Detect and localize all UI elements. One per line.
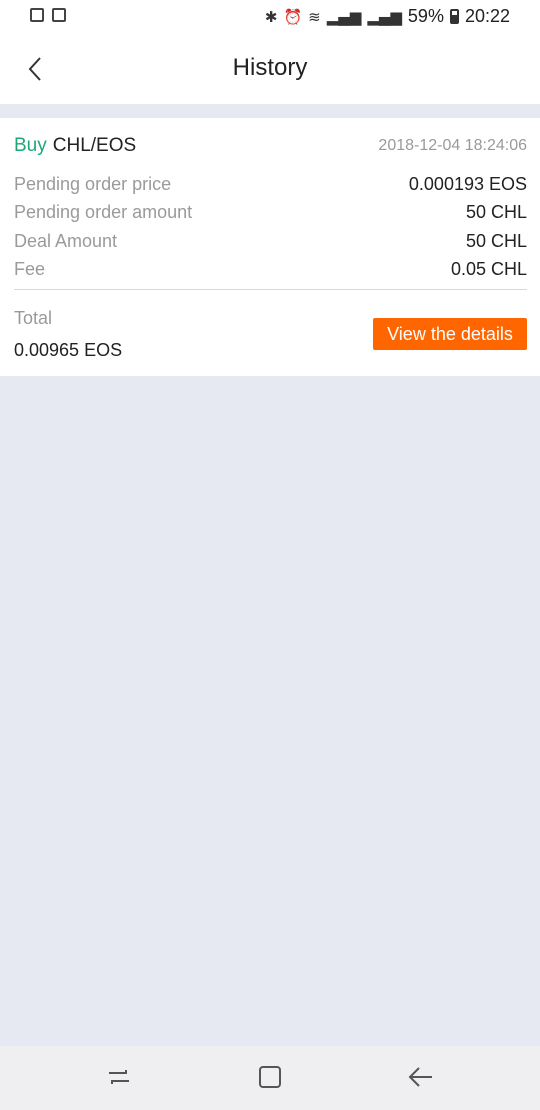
status-left <box>30 8 66 22</box>
signal-icon: ▂▄▆ <box>326 7 362 26</box>
gallery-icon <box>30 8 44 22</box>
system-nav-bar <box>0 1046 540 1110</box>
wifi-icon: ≋ <box>308 7 321 26</box>
back-arrow-icon <box>408 1067 432 1087</box>
row-value: 50 CHL <box>465 231 527 251</box>
status-bar: ✱ ⏰ ≋ ▂▄▆ ▂▄▆ 59% 20:22 <box>0 0 540 34</box>
row-label: Pending order price <box>14 174 172 194</box>
order-card: Buy CHL/EOS 2018-12-04 18:24:06 Pending o… <box>0 118 540 376</box>
checkbox-icon <box>52 8 66 22</box>
status-right: ✱ ⏰ ≋ ▂▄▆ ▂▄▆ 59% 20:22 <box>265 6 510 27</box>
order-row: Fee 0.05 CHL <box>14 259 527 285</box>
home-button[interactable] <box>255 1062 285 1092</box>
order-pair: Buy CHL/EOS <box>14 135 136 157</box>
section-gap <box>0 104 540 118</box>
alarm-icon: ⏰ <box>283 7 303 26</box>
bluetooth-icon: ✱ <box>264 7 278 26</box>
order-row: Pending order price 0.000193 EOS <box>14 174 527 200</box>
battery-percent: 59% <box>407 6 444 26</box>
total-value: 0.00965 EOS <box>14 340 123 360</box>
divider <box>14 289 527 290</box>
signal-3g-icon: ▂▄▆ <box>367 7 402 26</box>
row-value: 0.000193 EOS <box>408 174 527 194</box>
row-label: Pending order amount <box>14 202 193 222</box>
order-row: Deal Amount 50 CHL <box>14 231 527 257</box>
page-title: History <box>232 54 308 81</box>
back-nav-button[interactable] <box>406 1062 436 1092</box>
header: History <box>0 34 540 104</box>
row-value: 0.05 CHL <box>450 259 527 279</box>
row-value: 50 CHL <box>465 202 527 222</box>
order-side: Buy <box>14 135 47 156</box>
battery-icon <box>449 9 459 24</box>
order-row: Pending order amount 50 CHL <box>14 202 527 228</box>
row-label: Deal Amount <box>14 231 118 251</box>
order-timestamp: 2018-12-04 18:24:06 <box>378 137 527 154</box>
total-label: Total <box>14 308 53 328</box>
recent-apps-button[interactable] <box>104 1062 134 1092</box>
view-details-button[interactable]: View the details <box>373 318 527 350</box>
recent-apps-icon <box>109 1070 129 1084</box>
empty-area <box>0 376 540 1046</box>
home-icon <box>259 1066 281 1088</box>
row-label: Fee <box>14 259 46 279</box>
order-pair-label: CHL/EOS <box>52 135 137 156</box>
clock: 20:22 <box>464 6 510 26</box>
